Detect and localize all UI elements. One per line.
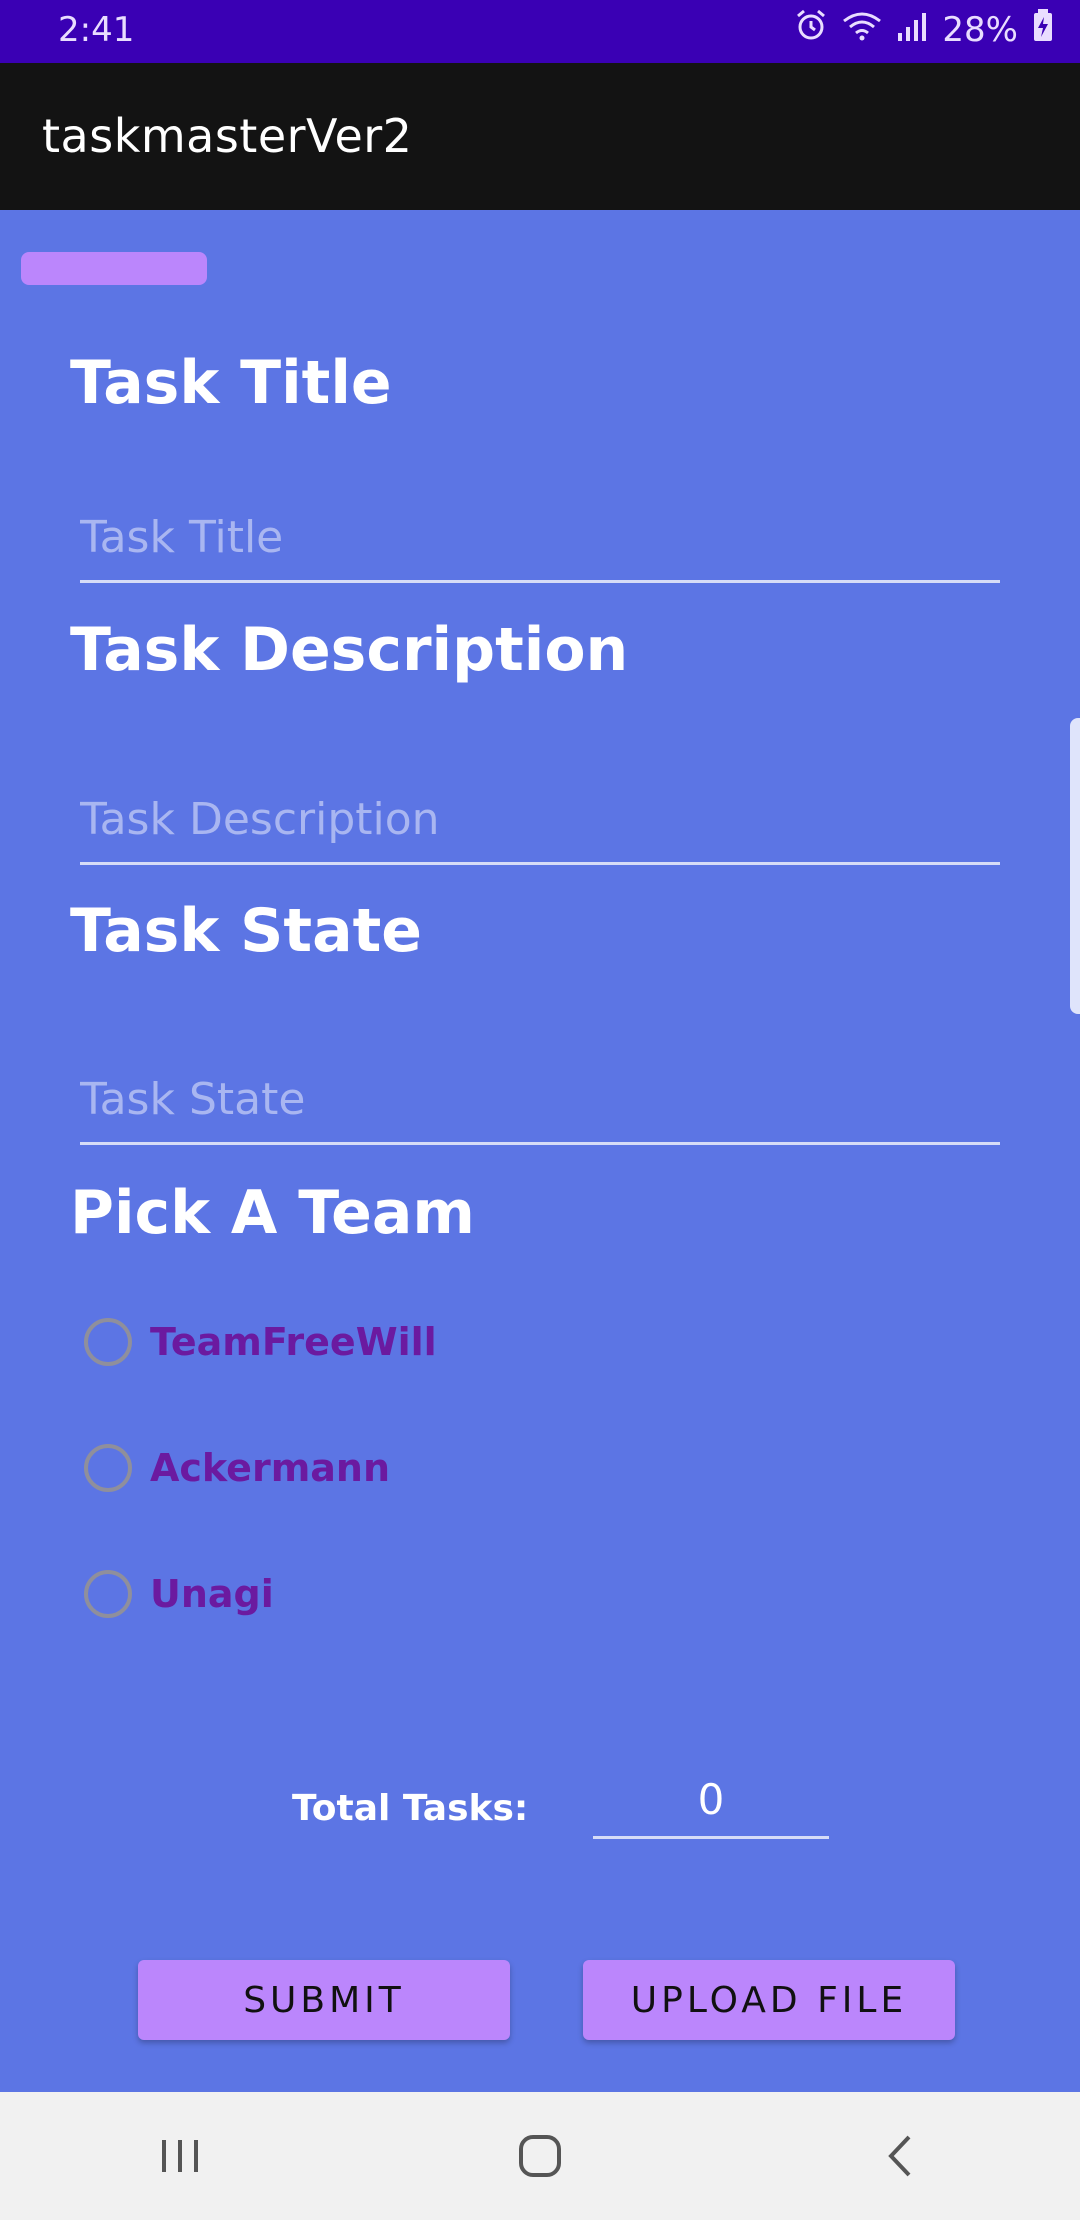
task-title-input[interactable]: [80, 494, 1000, 583]
task-state-label: Task State: [70, 896, 422, 966]
status-icons: 28%: [794, 8, 1054, 51]
home-icon: [519, 2135, 561, 2177]
recent-apps-icon: [162, 2140, 198, 2172]
team-radio-unagi[interactable]: Unagi: [84, 1570, 274, 1618]
alarm-icon: [794, 8, 828, 51]
upload-file-button[interactable]: UPLOAD FILE: [583, 1960, 955, 2040]
navigation-bar: [0, 2092, 1080, 2220]
total-tasks-label: Total Tasks:: [292, 1788, 529, 1829]
status-bar: 2:41 28%: [0, 0, 1080, 63]
status-time: 2:41: [58, 10, 135, 50]
add-task-form: Task Title Task Description Task State P…: [0, 210, 1080, 2092]
task-state-input[interactable]: [80, 1056, 1000, 1145]
team-option-label[interactable]: TeamFreeWill: [150, 1320, 437, 1364]
battery-percentage: 28%: [942, 9, 1018, 50]
team-radio-teamfreewill[interactable]: TeamFreeWill: [84, 1318, 437, 1366]
recent-apps-button[interactable]: [120, 2116, 240, 2196]
total-tasks-value: 0: [593, 1775, 829, 1839]
task-title-label: Task Title: [70, 348, 392, 418]
accent-bar: [21, 252, 207, 285]
wifi-icon: [842, 10, 882, 50]
app-bar: taskmasterVer2: [0, 63, 1080, 210]
radio-button[interactable]: [84, 1444, 132, 1492]
app-title: taskmasterVer2: [42, 109, 413, 163]
back-button[interactable]: [840, 2116, 960, 2196]
signal-icon: [896, 10, 928, 50]
pick-team-label: Pick A Team: [70, 1178, 475, 1248]
scrollbar-thumb[interactable]: [1070, 718, 1080, 1014]
task-description-input[interactable]: [80, 776, 1000, 865]
task-description-label: Task Description: [70, 615, 629, 685]
team-radio-ackermann[interactable]: Ackermann: [84, 1444, 390, 1492]
home-button[interactable]: [480, 2116, 600, 2196]
battery-charging-icon: [1032, 8, 1054, 51]
submit-button[interactable]: SUBMIT: [138, 1960, 510, 2040]
back-icon: [888, 2135, 911, 2177]
team-option-label[interactable]: Unagi: [150, 1572, 274, 1616]
radio-button[interactable]: [84, 1318, 132, 1366]
team-option-label[interactable]: Ackermann: [150, 1446, 390, 1490]
radio-button[interactable]: [84, 1570, 132, 1618]
